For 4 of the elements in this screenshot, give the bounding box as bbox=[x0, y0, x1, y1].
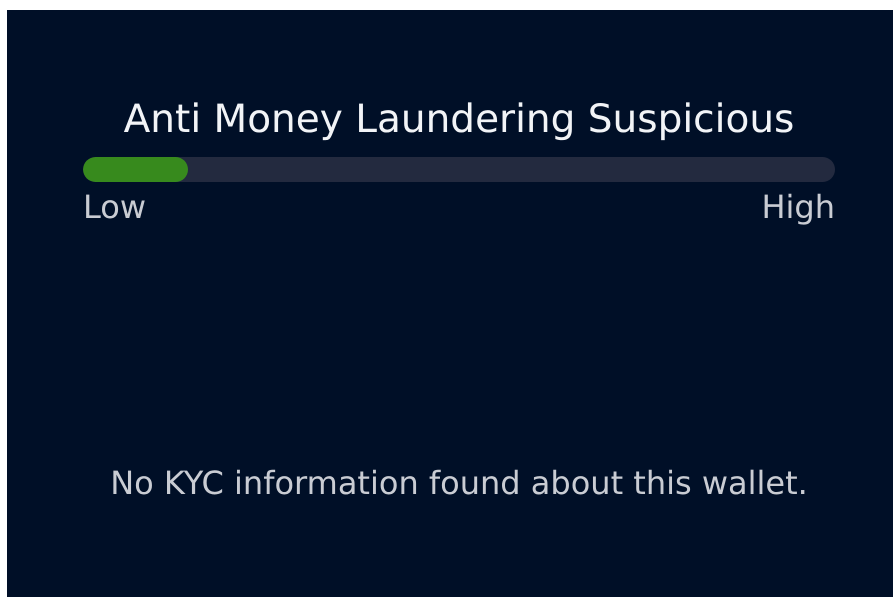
low-label: Low bbox=[83, 188, 146, 226]
high-label: High bbox=[761, 188, 835, 226]
kyc-message: No KYC information found about this wallet. bbox=[109, 464, 809, 502]
card-title: Anti Money Laundering Suspicious bbox=[122, 100, 796, 140]
